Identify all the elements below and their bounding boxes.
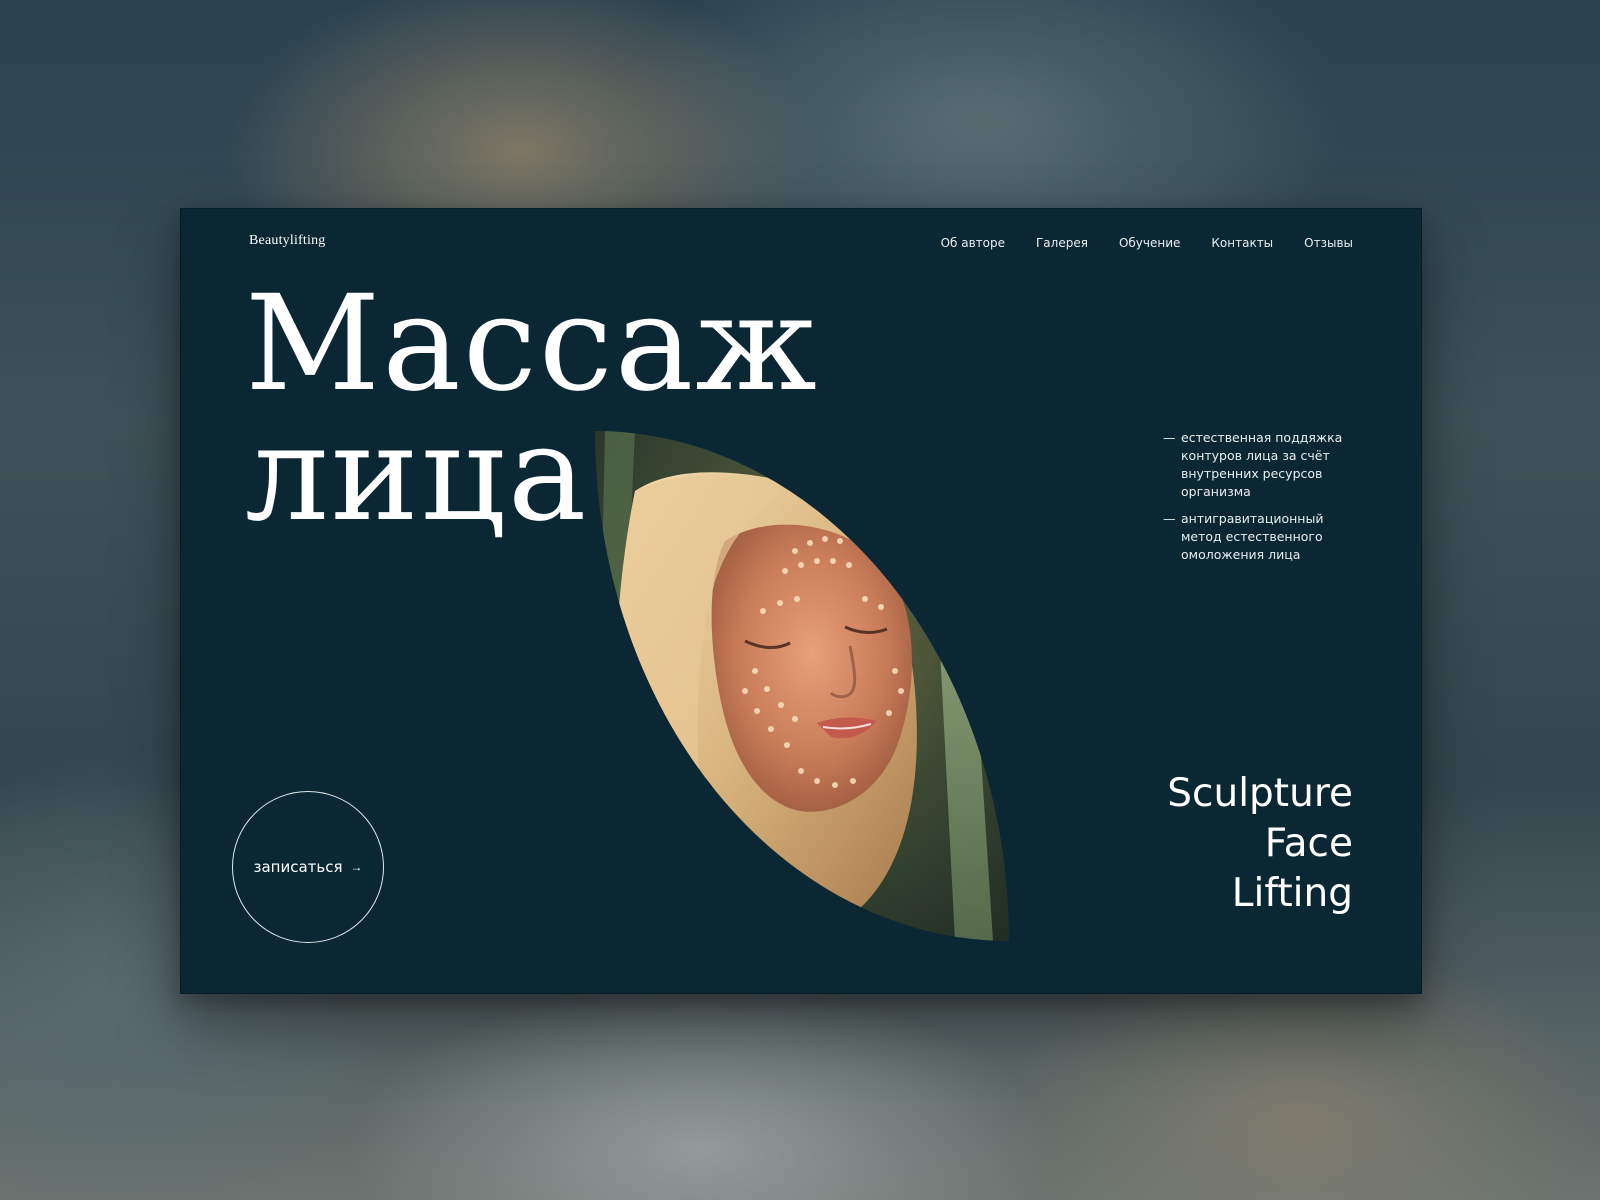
tagline-line-1: Sculpture xyxy=(1167,771,1353,816)
tagline: Sculpture Face Lifting xyxy=(1167,769,1353,919)
benefits-list: — естественная поддяжка контуров лица за… xyxy=(1163,429,1363,573)
hero-title-line-2: лица xyxy=(245,397,589,551)
landing-page-frame: Beautylifting Об авторе Галерея Обучение… xyxy=(180,208,1422,994)
benefit-text: антигравитационный метод естественного о… xyxy=(1181,511,1324,562)
tagline-line-3: Lifting xyxy=(1231,871,1353,916)
benefit-item: — естественная поддяжка контуров лица за… xyxy=(1163,429,1363,501)
benefit-text: естественная поддяжка контуров лица за с… xyxy=(1181,430,1343,499)
benefit-item: — антигравитационный метод естественного… xyxy=(1163,510,1363,564)
nav-item-reviews[interactable]: Отзывы xyxy=(1304,236,1353,250)
arrow-right-icon: → xyxy=(350,860,363,874)
bullet-dash: — xyxy=(1163,511,1176,526)
brand-logo[interactable]: Beautylifting xyxy=(249,233,325,249)
signup-button-label: записаться xyxy=(253,858,343,876)
signup-button[interactable]: записаться → xyxy=(232,791,384,943)
nav-item-training[interactable]: Обучение xyxy=(1119,236,1180,250)
nav-item-about-author[interactable]: Об авторе xyxy=(941,236,1005,250)
tagline-line-2: Face xyxy=(1264,821,1353,866)
bullet-dash: — xyxy=(1163,430,1176,445)
hero-title-line-1: Массаж xyxy=(245,267,819,421)
main-nav: Об авторе Галерея Обучение Контакты Отзы… xyxy=(941,236,1353,250)
nav-item-gallery[interactable]: Галерея xyxy=(1036,236,1088,250)
nav-item-contacts[interactable]: Контакты xyxy=(1211,236,1273,250)
hero-title: Массаж лица xyxy=(245,267,819,551)
